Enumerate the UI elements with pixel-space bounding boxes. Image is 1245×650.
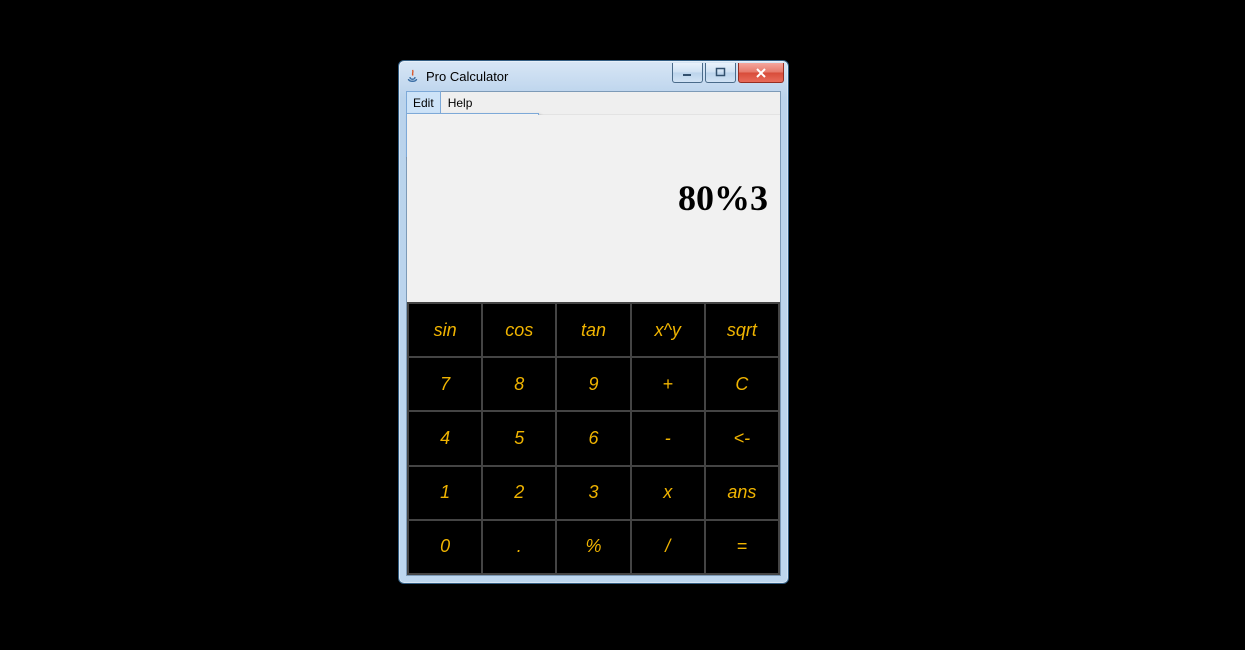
key-pow[interactable]: x^y [632,304,704,356]
key-clear[interactable]: C [706,358,778,410]
key-tan[interactable]: tan [557,304,629,356]
key-4[interactable]: 4 [409,412,481,464]
key-7[interactable]: 7 [409,358,481,410]
keypad: sin cos tan x^y sqrt 7 8 9 + C 4 5 6 - <… [407,302,780,575]
key-sin[interactable]: sin [409,304,481,356]
menu-help-label: Help [448,96,473,110]
display-area: 80%3 [407,115,780,302]
maximize-button[interactable] [705,63,736,83]
key-cos[interactable]: cos [483,304,555,356]
menu-edit-label: Edit [413,96,434,110]
key-minus[interactable]: - [632,412,704,464]
key-1[interactable]: 1 [409,467,481,519]
java-icon [405,68,421,84]
key-ans[interactable]: ans [706,467,778,519]
key-plus[interactable]: + [632,358,704,410]
key-sqrt[interactable]: sqrt [706,304,778,356]
key-equals[interactable]: = [706,521,778,573]
key-6[interactable]: 6 [557,412,629,464]
key-percent[interactable]: % [557,521,629,573]
key-5[interactable]: 5 [483,412,555,464]
client-area: Edit Help edit button color edit display… [406,91,781,576]
key-3[interactable]: 3 [557,467,629,519]
menu-edit[interactable]: Edit [406,91,441,115]
key-9[interactable]: 9 [557,358,629,410]
maximize-icon [715,67,726,78]
display-value: 80%3 [678,177,768,219]
minimize-icon [682,67,693,78]
minimize-button[interactable] [672,63,703,83]
key-divide[interactable]: / [632,521,704,573]
window-title: Pro Calculator [426,69,508,84]
key-dot[interactable]: . [483,521,555,573]
close-icon [755,67,767,79]
desktop: Pro Calculator Edit [0,0,1245,650]
window-controls [672,63,784,83]
key-8[interactable]: 8 [483,358,555,410]
app-window: Pro Calculator Edit [398,60,789,584]
key-0[interactable]: 0 [409,521,481,573]
titlebar[interactable]: Pro Calculator [399,61,788,91]
key-backspace[interactable]: <- [706,412,778,464]
key-2[interactable]: 2 [483,467,555,519]
menubar: Edit Help edit button color edit display… [407,92,780,115]
key-multiply[interactable]: x [632,467,704,519]
close-button[interactable] [738,63,784,83]
menu-help[interactable]: Help [441,92,480,114]
